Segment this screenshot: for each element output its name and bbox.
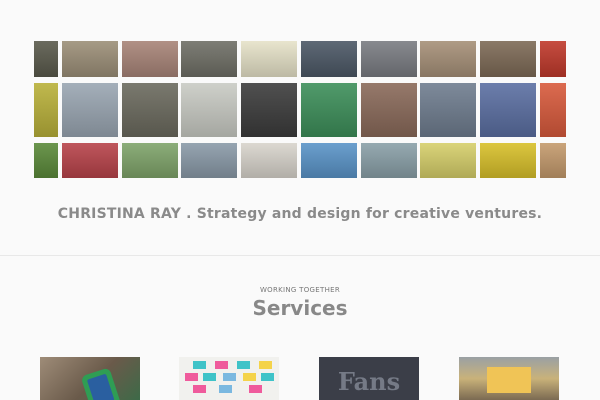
photo-tile	[241, 83, 298, 137]
service-card-fans[interactable]: Fans	[319, 357, 419, 400]
photo-tile	[121, 41, 178, 77]
section-eyebrow: WORKING TOGETHER	[259, 286, 341, 294]
fans-sign-text: Fans	[337, 367, 401, 396]
photo-tile	[300, 143, 357, 178]
photo-tile	[480, 143, 537, 178]
photo-tile	[539, 83, 566, 137]
photo-tile	[34, 83, 58, 137]
photo-tile	[480, 41, 537, 77]
photo-mosaic	[34, 41, 566, 178]
site-tagline: CHRISTINA RAY . Strategy and design for …	[57, 206, 543, 222]
photo-tile	[420, 143, 477, 178]
section-divider	[0, 255, 600, 256]
photo-tile	[61, 83, 118, 137]
photo-tile	[300, 41, 357, 77]
photo-tile	[480, 83, 537, 137]
photo-tile	[420, 83, 477, 137]
photo-tile	[241, 143, 298, 178]
photo-tile	[181, 143, 238, 178]
phone-icon	[80, 367, 122, 400]
photo-tile	[34, 143, 58, 178]
photo-tile	[121, 83, 178, 137]
photo-tile	[420, 41, 477, 77]
event-crowd-icon	[487, 367, 531, 393]
photo-tile	[360, 83, 417, 137]
photo-tile	[539, 143, 566, 178]
photo-tile	[61, 41, 118, 77]
photo-tile	[360, 41, 417, 77]
service-card-sticky-notes[interactable]	[179, 357, 279, 400]
photo-tile	[181, 41, 238, 77]
photo-tile	[241, 41, 298, 77]
photo-tile	[539, 41, 566, 77]
photo-tile	[34, 41, 58, 77]
photo-tile	[121, 143, 178, 178]
service-card-event[interactable]	[459, 357, 559, 400]
section-title: Services	[252, 296, 348, 320]
photo-tile	[360, 143, 417, 178]
photo-tile	[181, 83, 238, 137]
service-card-phone[interactable]	[40, 357, 140, 400]
photo-tile	[300, 83, 357, 137]
photo-tile	[61, 143, 118, 178]
